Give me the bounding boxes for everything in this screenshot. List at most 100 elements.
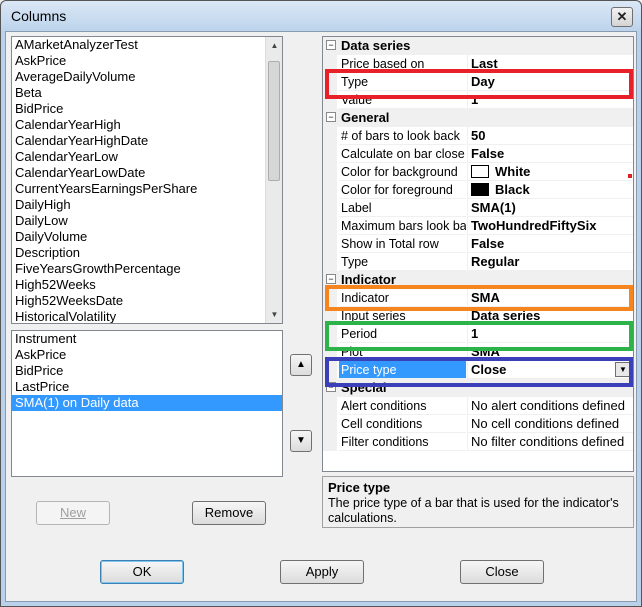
list-item[interactable]: AMarketAnalyzerTest	[12, 37, 282, 53]
list-item[interactable]: BidPrice	[12, 101, 282, 117]
property-value[interactable]: No filter conditions defined	[467, 433, 633, 451]
property-value-text: TwoHundredFiftySix	[471, 218, 597, 233]
title-bar[interactable]: Columns ✕	[1, 1, 641, 31]
property-description-panel: Price type The price type of a bar that …	[322, 476, 634, 528]
list-item[interactable]: AverageDailyVolume	[12, 69, 282, 85]
property-row-calculate-on-bar-close[interactable]: Calculate on bar close False	[323, 145, 633, 163]
property-value[interactable]: Black	[467, 181, 633, 199]
property-value-text: SMA(1)	[471, 200, 516, 215]
color-swatch	[471, 183, 489, 196]
property-name: Show in Total row	[339, 235, 466, 253]
property-value-text: Black	[495, 182, 530, 197]
available-list-scrollbar[interactable]: ▲ ▼	[265, 37, 282, 323]
description-text: The price type of a bar that is used for…	[328, 496, 619, 525]
apply-button[interactable]: Apply	[280, 560, 364, 584]
property-value-text: No cell conditions defined	[471, 416, 620, 431]
property-value[interactable]: SMA(1)	[467, 199, 633, 217]
property-value-text: White	[495, 164, 531, 179]
list-item[interactable]: SMA(1) on Daily data	[12, 395, 282, 411]
list-item[interactable]: Instrument	[12, 331, 282, 347]
list-item[interactable]: CalendarYearLow	[12, 149, 282, 165]
list-item[interactable]: High52WeeksDate	[12, 293, 282, 309]
list-item[interactable]: AskPrice	[12, 347, 282, 363]
property-row--of-bars-to-look-back[interactable]: # of bars to look back 50	[323, 127, 633, 145]
list-item[interactable]: AskPrice	[12, 53, 282, 69]
property-name: Alert conditions	[339, 397, 466, 415]
available-columns-items: AMarketAnalyzerTest AskPrice AverageDailyV…	[12, 37, 282, 323]
row-gutter	[323, 433, 337, 451]
close-button-label: Close	[485, 564, 519, 579]
property-value-text: No alert conditions defined	[471, 398, 625, 413]
selected-columns-list[interactable]: Instrument AskPrice BidPrice LastPrice SMA(1…	[11, 330, 283, 477]
list-item[interactable]: DailyVolume	[12, 229, 282, 245]
property-value-text: Regular	[471, 254, 520, 269]
description-title: Price type	[328, 480, 391, 495]
arrow-down-icon: ▼	[296, 435, 306, 446]
row-gutter	[323, 397, 337, 415]
property-value[interactable]: No alert conditions defined	[467, 397, 633, 415]
property-value[interactable]: No cell conditions defined	[467, 415, 633, 433]
property-name: Filter conditions	[339, 433, 466, 451]
property-row-cell-conditions[interactable]: Cell conditions No cell conditions define…	[323, 415, 633, 433]
list-item[interactable]: LastPrice	[12, 379, 282, 395]
list-item[interactable]: Beta	[12, 85, 282, 101]
property-row-alert-conditions[interactable]: Alert conditions No alert conditions defi…	[323, 397, 633, 415]
list-item[interactable]: DailyLow	[12, 213, 282, 229]
list-item[interactable]: Description	[12, 245, 282, 261]
new-button[interactable]: New	[36, 501, 110, 525]
available-columns-list[interactable]: AMarketAnalyzerTest AskPrice AverageDailyV…	[11, 36, 283, 324]
list-item[interactable]: CurrentYearsEarningsPerShare	[12, 181, 282, 197]
row-gutter	[323, 163, 337, 181]
list-item[interactable]: CalendarYearLowDate	[12, 165, 282, 181]
list-item[interactable]: High52Weeks	[12, 277, 282, 293]
property-row-maximum-bars-look-ba[interactable]: Maximum bars look ba TwoHundredFiftySix	[323, 217, 633, 235]
property-name: # of bars to look back	[339, 127, 466, 145]
property-value[interactable]: Regular	[467, 253, 633, 271]
list-item[interactable]: DailyHigh	[12, 197, 282, 213]
columns-dialog: Columns ✕ AMarketAnalyzerTest AskPrice Ave…	[0, 0, 642, 607]
property-row-label[interactable]: Label SMA(1)	[323, 199, 633, 217]
property-value[interactable]: White	[467, 163, 633, 181]
property-name: Color for background	[339, 163, 466, 181]
collapse-icon[interactable]: −	[326, 274, 336, 284]
move-down-button[interactable]: ▼	[290, 430, 312, 452]
list-item[interactable]: BidPrice	[12, 363, 282, 379]
category-data-series[interactable]: − Data series	[323, 37, 633, 55]
scroll-up-icon[interactable]: ▲	[266, 37, 282, 54]
apply-button-label: Apply	[305, 564, 339, 579]
close-button[interactable]: Close	[460, 560, 544, 584]
highlight-box-red	[325, 69, 633, 99]
scroll-thumb[interactable]	[268, 61, 280, 181]
close-window-button[interactable]: ✕	[611, 7, 633, 27]
collapse-icon[interactable]: −	[326, 112, 336, 122]
window-title: Columns	[11, 8, 67, 24]
property-row-color-for-background[interactable]: Color for background White	[323, 163, 633, 181]
property-name: Cell conditions	[339, 415, 466, 433]
ok-button[interactable]: OK	[100, 560, 184, 584]
category-title: Data series	[341, 38, 411, 53]
collapse-icon[interactable]: −	[326, 40, 336, 50]
property-row-show-in-total-row[interactable]: Show in Total row False	[323, 235, 633, 253]
red-marker	[628, 174, 632, 178]
category-general[interactable]: − General	[323, 109, 633, 127]
list-item[interactable]: FiveYearsGrowthPercentage	[12, 261, 282, 277]
color-swatch	[471, 165, 489, 178]
row-gutter	[323, 253, 337, 271]
list-item[interactable]: HistoricalVolatility	[12, 309, 282, 323]
list-item[interactable]: CalendarYearHigh	[12, 117, 282, 133]
category-title: General	[341, 110, 390, 125]
property-value[interactable]: False	[467, 145, 633, 163]
property-value[interactable]: TwoHundredFiftySix	[467, 217, 633, 235]
property-grid[interactable]: − Data series Price based on Last Type Day Val…	[322, 36, 634, 472]
property-value-text: 50	[471, 128, 486, 143]
move-up-button[interactable]: ▲	[290, 354, 312, 376]
property-row-color-for-foreground[interactable]: Color for foreground Black	[323, 181, 633, 199]
property-name: Label	[339, 199, 466, 217]
list-item[interactable]: CalendarYearHighDate	[12, 133, 282, 149]
property-row-type[interactable]: Type Regular	[323, 253, 633, 271]
property-value[interactable]: False	[467, 235, 633, 253]
property-row-filter-conditions[interactable]: Filter conditions No filter conditions de…	[323, 433, 633, 451]
property-value[interactable]: 50	[467, 127, 633, 145]
scroll-down-icon[interactable]: ▼	[266, 306, 282, 323]
remove-button[interactable]: Remove	[192, 501, 266, 525]
